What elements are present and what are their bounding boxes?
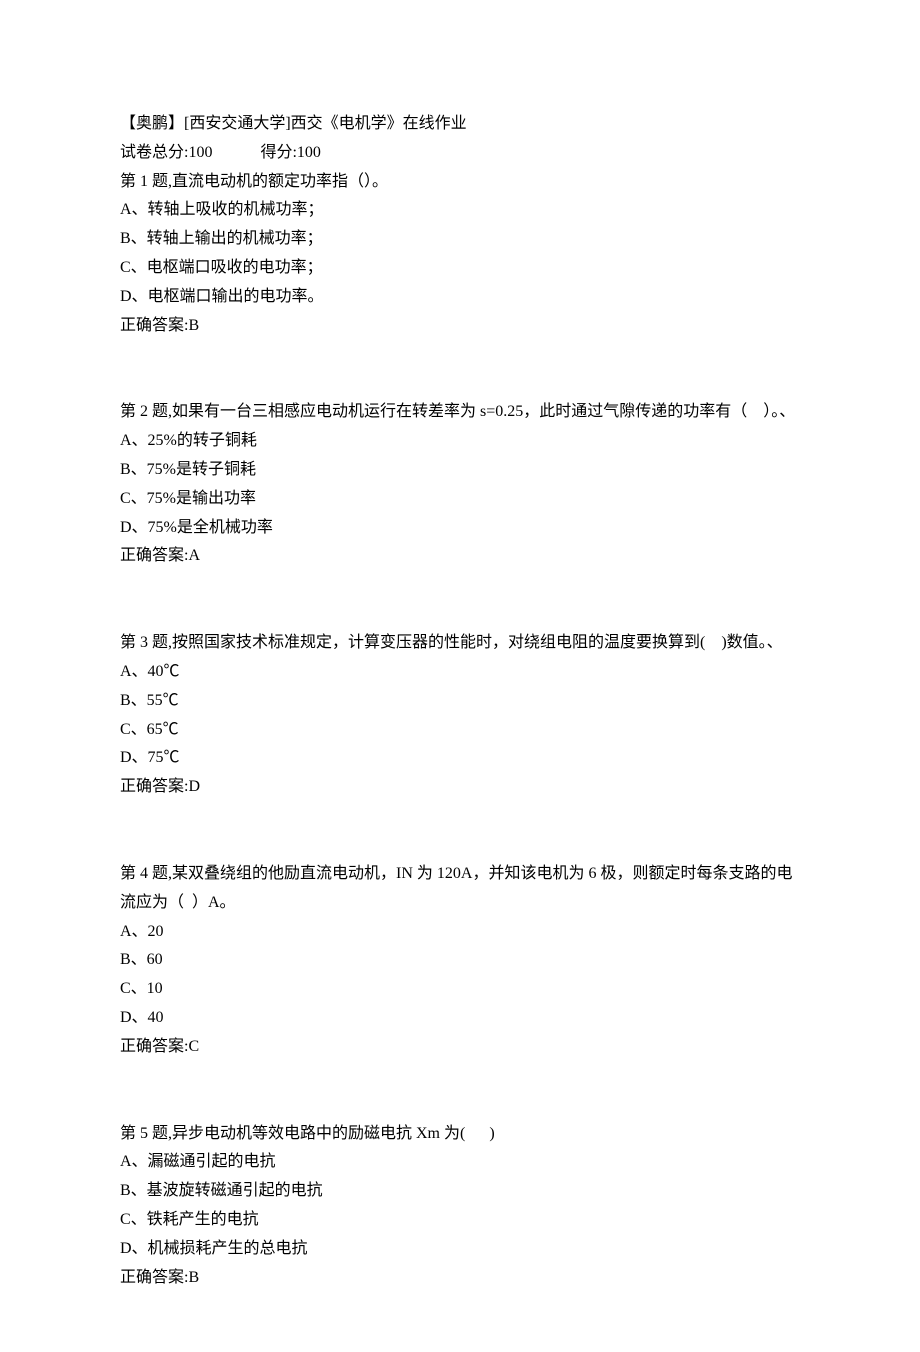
- obtained-score-label: 得分:100: [260, 144, 320, 161]
- question-option: A、25%的转子铜耗: [120, 427, 800, 456]
- question-prompt: 第 5 题,异步电动机等效电路中的励磁电抗 Xm 为( ): [120, 1120, 800, 1149]
- section-gap: [120, 571, 800, 629]
- question-option: C、75%是输出功率: [120, 485, 800, 514]
- question-option: A、40℃: [120, 658, 800, 687]
- question-option: A、20: [120, 918, 800, 947]
- question-option: B、60: [120, 946, 800, 975]
- question-option: A、转轴上吸收的机械功率；: [120, 196, 800, 225]
- score-line: 试卷总分:100 得分:100: [120, 139, 800, 168]
- question-option: B、55℃: [120, 687, 800, 716]
- question-option: D、40: [120, 1004, 800, 1033]
- question-option: D、75%是全机械功率: [120, 514, 800, 543]
- section-gap: [120, 1062, 800, 1120]
- question-option: B、75%是转子铜耗: [120, 456, 800, 485]
- question-option: B、转轴上输出的机械功率；: [120, 225, 800, 254]
- question-answer: 正确答案:A: [120, 542, 800, 571]
- question-prompt: 第 2 题,如果有一台三相感应电动机运行在转差率为 s=0.25，此时通过气隙传…: [120, 398, 800, 427]
- document-title: 【奥鹏】[西安交通大学]西交《电机学》在线作业: [120, 110, 800, 139]
- question-answer: 正确答案:D: [120, 773, 800, 802]
- question-option: D、75℃: [120, 744, 800, 773]
- question-option: C、65℃: [120, 716, 800, 745]
- question-answer: 正确答案:B: [120, 312, 800, 341]
- question-prompt: 第 1 题,直流电动机的额定功率指（）。: [120, 168, 800, 197]
- question-option: D、机械损耗产生的总电抗: [120, 1235, 800, 1264]
- section-gap: [120, 802, 800, 860]
- question-answer: 正确答案:B: [120, 1264, 800, 1293]
- question-option: A、漏磁通引起的电抗: [120, 1148, 800, 1177]
- total-score-label: 试卷总分:100: [120, 144, 212, 161]
- question-option: C、铁耗产生的电抗: [120, 1206, 800, 1235]
- question-prompt: 第 4 题,某双叠绕组的他励直流电动机，IN 为 120A，并知该电机为 6 极…: [120, 860, 800, 918]
- document-page: 【奥鹏】[西安交通大学]西交《电机学》在线作业 试卷总分:100 得分:100 第…: [0, 0, 920, 1352]
- question-prompt: 第 3 题,按照国家技术标准规定，计算变压器的性能时，对绕组电阻的温度要换算到(…: [120, 629, 800, 658]
- question-option: B、基波旋转磁通引起的电抗: [120, 1177, 800, 1206]
- question-option: C、10: [120, 975, 800, 1004]
- question-answer: 正确答案:C: [120, 1033, 800, 1062]
- question-option: D、电枢端口输出的电功率。: [120, 283, 800, 312]
- question-option: C、电枢端口吸收的电功率；: [120, 254, 800, 283]
- section-gap: [120, 340, 800, 398]
